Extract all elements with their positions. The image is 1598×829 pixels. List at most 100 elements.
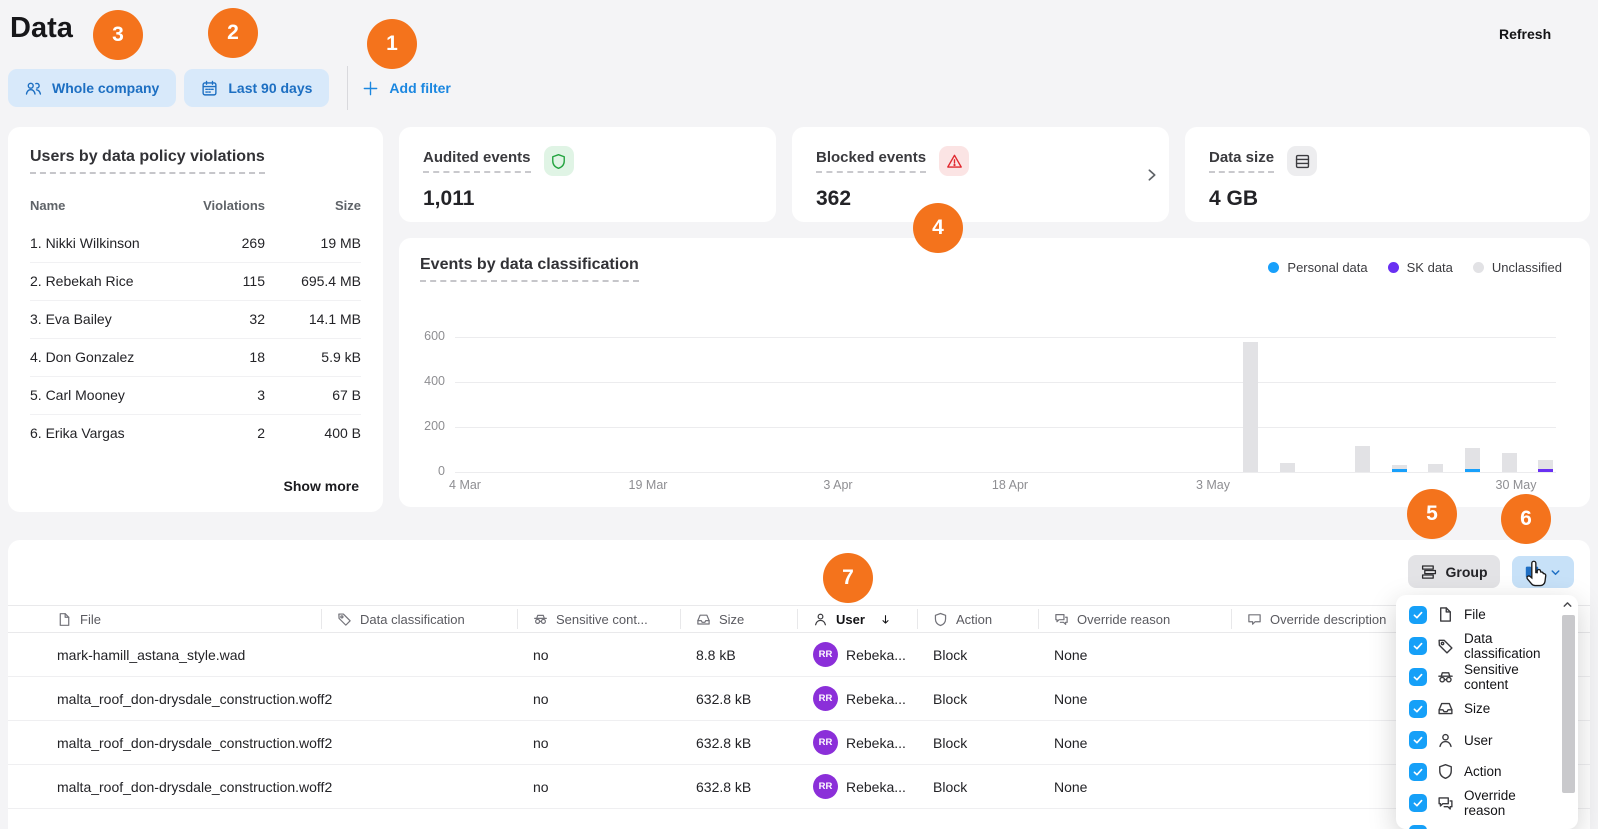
columns-menu-item-label: Sensitive content [1464, 662, 1558, 692]
group-button[interactable]: Group [1408, 555, 1500, 588]
menu-scrollbar-thumb[interactable] [1562, 615, 1575, 793]
scope-filter-chip[interactable]: Whole company [8, 69, 176, 107]
date-filter-chip[interactable]: Last 90 days [184, 69, 329, 107]
chart-bar [1392, 465, 1407, 472]
annotation-badge-6: 6 [1501, 494, 1551, 544]
checkbox-checked[interactable] [1409, 731, 1427, 749]
col-size: Size [265, 198, 361, 213]
cell-size: 8.8 kB [696, 633, 736, 676]
person-icon [1437, 732, 1454, 749]
table-header-label: File [80, 612, 101, 627]
chart-title: Events by data classification [420, 256, 639, 282]
columns-menu-item[interactable]: Override reason [1396, 787, 1558, 818]
checkbox-checked[interactable] [1409, 825, 1427, 829]
legend-item[interactable]: SK data [1388, 260, 1453, 275]
annotation-badge-5: 5 [1407, 489, 1457, 539]
chart-bar [1280, 463, 1295, 472]
data-size-card[interactable]: Data size 4 GB [1185, 127, 1590, 222]
table-header-label: Override description [1270, 612, 1386, 627]
cell-action: Block [933, 633, 967, 676]
events-table-header: File Data classification Sensitive cont...… [8, 605, 1590, 633]
checkbox-checked[interactable] [1409, 700, 1427, 718]
violations-cell-name: 4. Don Gonzalez [30, 349, 181, 365]
table-header-classification[interactable]: Data classification [337, 606, 465, 632]
violations-panel: Users by data policy violations Name Vio… [8, 127, 383, 512]
columns-menu-item[interactable]: Size [1396, 693, 1558, 724]
columns-menu-item[interactable]: Action [1396, 756, 1558, 787]
table-header-size[interactable]: Size [696, 606, 744, 632]
checkbox-checked[interactable] [1409, 794, 1427, 812]
table-header-action[interactable]: Action [933, 606, 992, 632]
data-size-value: 4 GB [1209, 187, 1566, 211]
show-more-button[interactable]: Show more [284, 478, 359, 494]
table-header-label: Data classification [360, 612, 465, 627]
shield-icon [933, 612, 948, 627]
columns-menu-item[interactable]: Data classification [1396, 630, 1558, 661]
columns-menu-item[interactable]: Sensitive content [1396, 662, 1558, 693]
avatar: RR [813, 774, 838, 799]
checkbox-checked[interactable] [1409, 668, 1427, 686]
people-icon [25, 80, 42, 97]
table-row: mark-hamill_astana_style.wadno8.8 kBRRRe… [8, 633, 1590, 677]
y-axis-label: 0 [409, 464, 445, 478]
data-dashboard: Data Refresh Whole company Last 90 days … [0, 0, 1598, 829]
blocked-events-card[interactable]: Blocked events 362 [792, 127, 1169, 222]
hand-cursor-icon [1524, 559, 1548, 586]
scroll-up-icon[interactable] [1561, 598, 1574, 611]
columns-menu-item[interactable]: File [1396, 599, 1558, 630]
column-divider [680, 609, 681, 629]
legend-dot-icon [1473, 262, 1484, 273]
violations-cell-violations: 32 [181, 311, 265, 327]
x-axis-label: 4 Mar [430, 478, 500, 492]
violations-row: 2. Rebekah Rice115695.4 MB [30, 262, 361, 300]
legend-item[interactable]: Unclassified [1473, 260, 1562, 275]
cell-sensitive: no [533, 633, 549, 676]
date-filter-label: Last 90 days [228, 80, 312, 96]
violations-row: 5. Carl Mooney367 B [30, 376, 361, 414]
x-axis-label: 19 Mar [613, 478, 683, 492]
annotation-badge-3: 3 [93, 10, 143, 60]
columns-menu-item[interactable] [1396, 819, 1558, 829]
violations-row: 3. Eva Bailey3214.1 MB [30, 300, 361, 338]
legend-item[interactable]: Personal data [1268, 260, 1367, 275]
columns-menu-item-label: User [1464, 733, 1493, 748]
checkbox-checked[interactable] [1409, 637, 1427, 655]
chart-gridline [455, 427, 1556, 428]
avatar: RR [813, 730, 838, 755]
checkbox-checked[interactable] [1409, 763, 1427, 781]
checkbox-checked[interactable] [1409, 606, 1427, 624]
table-header-user[interactable]: User [813, 606, 892, 632]
columns-menu-item-label: Data classification [1464, 631, 1558, 661]
mask-icon [533, 612, 548, 627]
group-button-label: Group [1446, 564, 1488, 580]
violations-cell-violations: 3 [181, 387, 265, 403]
sort-desc-icon [879, 613, 892, 626]
blocked-events-label: Blocked events [816, 149, 926, 173]
columns-menu-item[interactable]: User [1396, 725, 1558, 756]
refresh-button[interactable]: Refresh [1499, 26, 1551, 42]
violations-title: Users by data policy violations [30, 148, 265, 174]
cell-file: malta_roof_don-drysdale_construction.wof… [57, 765, 332, 808]
table-header-reason[interactable]: Override reason [1054, 606, 1170, 632]
violations-rows: 1. Nikki Wilkinson26919 MB2. Rebekah Ric… [30, 225, 361, 452]
user-name: Rebeka... [846, 779, 906, 795]
legend-label: Personal data [1287, 260, 1367, 275]
column-divider [1231, 609, 1232, 629]
tag-icon [1437, 638, 1454, 655]
audited-events-label: Audited events [423, 149, 531, 173]
table-header-file[interactable]: File [57, 606, 101, 632]
add-filter-button[interactable]: Add filter [362, 80, 450, 97]
chevron-right-icon[interactable] [1143, 166, 1160, 183]
columns-menu-item-label: Override reason [1464, 788, 1558, 818]
table-row: malta_roof_don-drysdale_construction.wof… [8, 677, 1590, 721]
table-row: malta_roof_don-drysdale_construction.wof… [8, 721, 1590, 765]
table-header-description[interactable]: Override description [1247, 606, 1386, 632]
table-header-sensitive[interactable]: Sensitive cont... [533, 606, 648, 632]
y-axis-label: 600 [409, 329, 445, 343]
chat2-icon [1054, 612, 1069, 627]
tray-icon [1437, 700, 1454, 717]
chat2-icon [1437, 795, 1454, 812]
audited-events-card[interactable]: Audited events 1,011 [399, 127, 776, 222]
table-icon [1287, 146, 1317, 176]
violations-row: 1. Nikki Wilkinson26919 MB [30, 225, 361, 262]
